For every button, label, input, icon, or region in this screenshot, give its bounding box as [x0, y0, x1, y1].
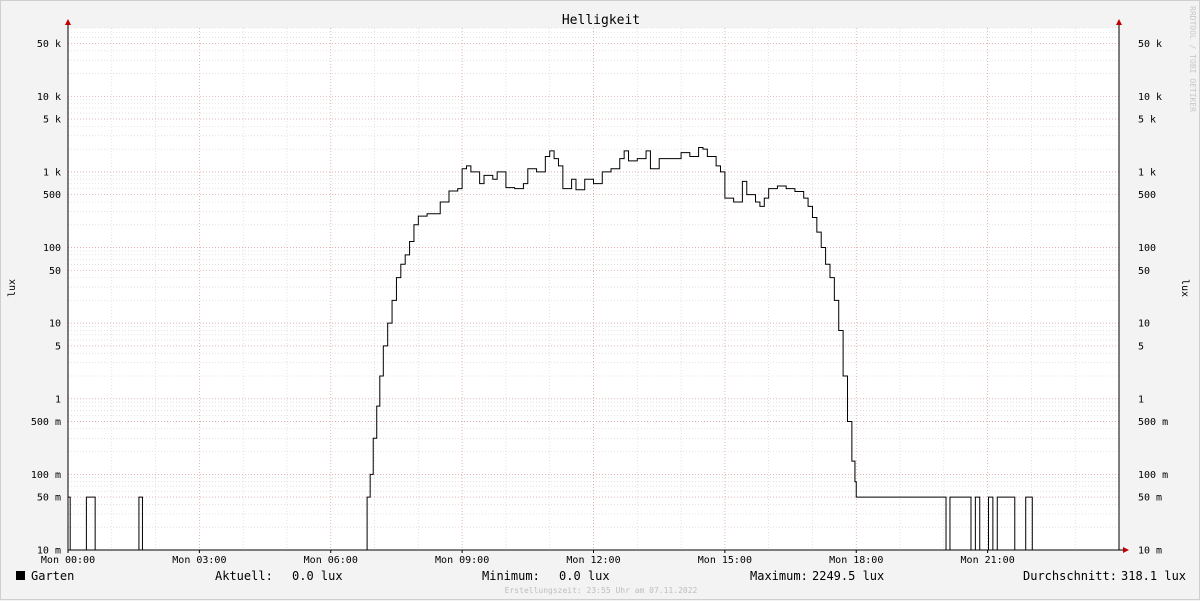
legend-aktuell-value: 0.0 lux	[292, 569, 343, 583]
y-tick-label-right: 50 k	[1138, 39, 1162, 50]
y-tick-label-right: 10 k	[1138, 92, 1162, 103]
x-tick-label: Mon 00:00	[41, 555, 95, 566]
x-axis-arrow	[1123, 547, 1129, 553]
legend-swatch-garten	[16, 571, 25, 580]
y-tick-label-right: 1 k	[1138, 167, 1156, 178]
legend-minimum-label: Minimum:	[482, 569, 540, 583]
y-axis-label-right: lux	[1179, 279, 1190, 297]
chart-frame: 50 k 50 k 10 k 10 k5 k5 k1 k1 k 500 500 100 100…	[0, 0, 1200, 600]
x-tick-label: Mon 12:00	[566, 555, 620, 566]
legend-maximum-value: 2249.5 lux	[812, 569, 884, 583]
chart-title: Helligkeit	[562, 13, 640, 28]
y-tick-label-right: 50	[1138, 266, 1150, 277]
legend-aktuell-label: Aktuell:	[215, 569, 273, 583]
footer-timestamp: Erstellungszeit: 23:55 Uhr am 07.11.2022	[505, 586, 698, 595]
y-tick-label-right: 1	[1138, 394, 1144, 405]
y-tick-label-left: 10	[49, 319, 61, 330]
y-tick-label-right: 100 m	[1138, 470, 1168, 481]
legend-durchschnitt-value: 318.1 lux	[1121, 569, 1186, 583]
y-tick-label-left: 100	[43, 243, 61, 254]
y-tick-label-left: 1 k	[43, 167, 61, 178]
y-tick-label-right: 10	[1138, 319, 1150, 330]
chart-canvas: 50 k 50 k10 k 10 k5 k5 k1 k1 k500 500100 100…	[7, 6, 1197, 595]
x-tick-label: Mon 18:00	[829, 555, 883, 566]
x-tick-label: Mon 21:00	[961, 555, 1015, 566]
y-tick-label-left: 5	[55, 341, 61, 352]
y-tick-label-left: 500 m	[31, 417, 61, 428]
legend-minimum-value: 0.0 lux	[559, 569, 610, 583]
y-tick-label-left: 50	[49, 266, 61, 277]
y-tick-label-right: 5 k	[1138, 115, 1156, 126]
legend-maximum-label: Maximum:	[750, 569, 808, 583]
y-tick-label-left: 50 m	[37, 493, 61, 504]
y-axis-arrow-right	[1116, 19, 1122, 25]
y-axis-arrow-left	[65, 19, 71, 25]
y-axis-label-left: lux	[7, 279, 18, 297]
y-tick-label-right: 50 m	[1138, 493, 1162, 504]
y-tick-label-left: 1	[55, 394, 61, 405]
y-tick-label-left: 5 k	[43, 115, 61, 126]
legend-durchschnitt-label: Durchschnitt:	[1023, 569, 1117, 583]
rrdtool-watermark: RRDTOOL / TOBI OETIKER	[1188, 6, 1197, 112]
x-tick-label: Mon 03:00	[172, 555, 226, 566]
y-tick-label-right: 10 m	[1138, 546, 1162, 557]
y-tick-label-right: 100	[1138, 243, 1156, 254]
y-tick-label-left: 500	[43, 190, 61, 201]
y-tick-label-right: 5	[1138, 341, 1144, 352]
legend-series-name: Garten	[31, 569, 74, 583]
x-tick-label: Mon 15:00	[698, 555, 752, 566]
y-tick-label-right: 500 m	[1138, 417, 1168, 428]
x-tick-label: Mon 06:00	[304, 555, 358, 566]
x-tick-label: Mon 09:00	[435, 555, 489, 566]
y-tick-label-right: 500	[1138, 190, 1156, 201]
y-tick-label-left: 50 k	[37, 39, 61, 50]
legend: Garten Aktuell: 0.0 lux Minimum: 0.0 lux…	[16, 569, 1186, 583]
y-tick-label-left: 10 k	[37, 92, 61, 103]
y-tick-label-left: 100 m	[31, 470, 61, 481]
